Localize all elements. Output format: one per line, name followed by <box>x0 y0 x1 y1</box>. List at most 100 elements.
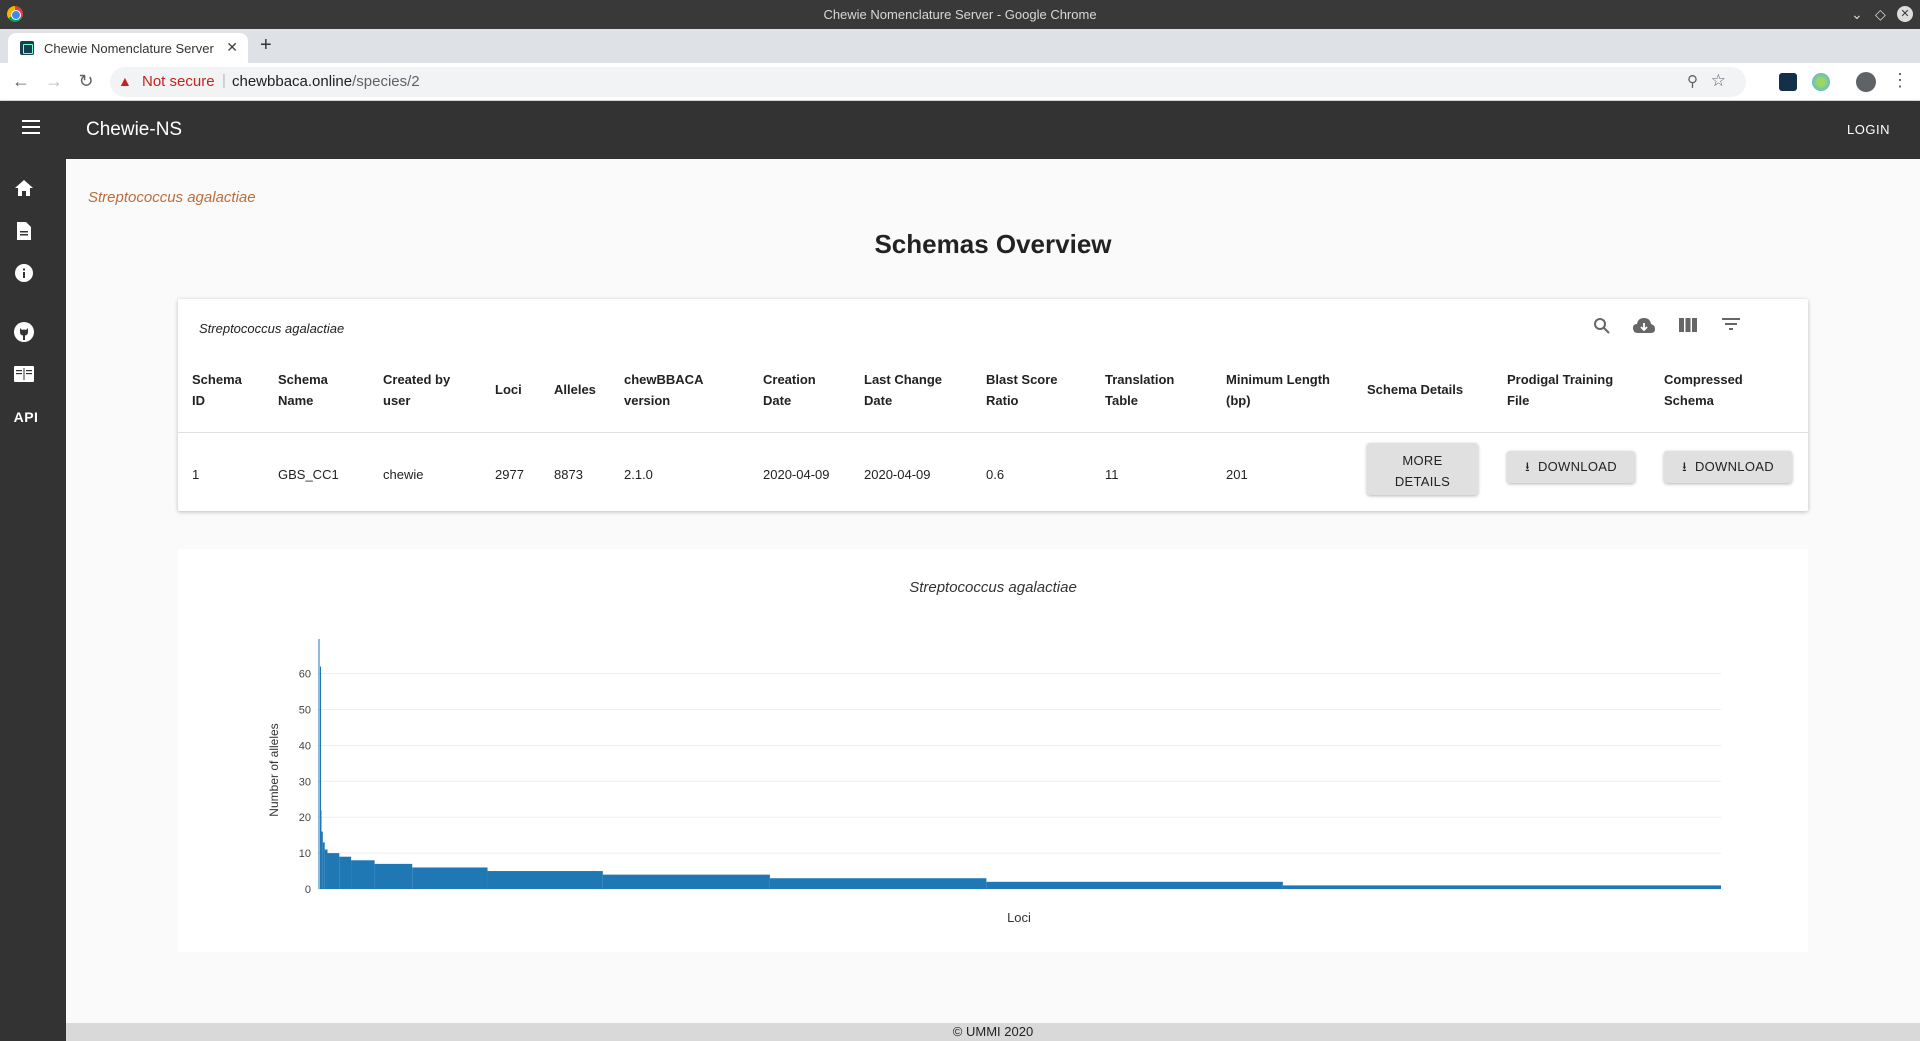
button-label: DOWNLOAD <box>1694 459 1774 474</box>
app-title[interactable]: Chewie-NS <box>86 119 182 141</box>
profile-avatar-icon[interactable] <box>1856 72 1876 92</box>
header-line: user <box>383 393 411 408</box>
species-breadcrumb[interactable]: Streptococcus agalactiae <box>88 189 256 206</box>
more-details-button[interactable]: MORE DETAILS <box>1367 443 1478 495</box>
col-header-compressed-schema: Compressed Schema <box>1664 369 1743 411</box>
col-header-creation-date[interactable]: Creation Date <box>763 369 816 411</box>
browser-menu-icon[interactable]: ⋮ <box>1891 70 1909 91</box>
browser-tab[interactable]: Chewie Nomenclature Server ✕ <box>8 33 248 63</box>
col-header-schema-name[interactable]: Schema Name <box>278 369 328 411</box>
y-tick-label: 60 <box>299 669 311 681</box>
search-icon[interactable] <box>1591 317 1613 339</box>
book-icon[interactable] <box>12 362 36 386</box>
bar-segment <box>769 878 987 889</box>
forward-icon[interactable]: → <box>43 71 65 92</box>
api-icon[interactable]: API <box>14 405 38 429</box>
home-icon[interactable] <box>12 176 36 200</box>
maximize-icon[interactable]: ◇ <box>1875 5 1886 23</box>
tab-close-icon[interactable]: ✕ <box>226 39 238 56</box>
page-title: Schemas Overview <box>874 229 1112 259</box>
header-line: File <box>1507 393 1530 408</box>
hamburger-menu-icon[interactable] <box>22 120 40 134</box>
bar-segment <box>327 853 340 889</box>
col-header-loci[interactable]: Loci <box>495 379 522 400</box>
x-axis-label: Loci <box>1007 910 1031 925</box>
warning-icon: ▲ <box>118 73 132 89</box>
tab-strip: Chewie Nomenclature Server ✕ + <box>0 29 1920 63</box>
header-line: Creation <box>763 372 816 387</box>
zoom-icon[interactable]: ⚲ <box>1687 72 1698 90</box>
address-bar[interactable]: ▲ Not secure | chewbbaca.online/species/… <box>110 67 1746 97</box>
main-content: Streptococcus agalactiae Schemas Overvie… <box>66 159 1920 1023</box>
footer: © UMMI 2020 <box>66 1023 1920 1041</box>
window-titlebar: Chewie Nomenclature Server - Google Chro… <box>0 0 1920 29</box>
bar-segment <box>320 810 322 889</box>
github-icon[interactable] <box>12 320 36 344</box>
col-header-blast-score-ratio[interactable]: Blast Score Ratio <box>986 369 1058 411</box>
header-line: Date <box>864 393 893 408</box>
col-header-alleles[interactable]: Alleles <box>554 379 596 400</box>
cell-creation-date: 2020-04-09 <box>763 467 830 482</box>
y-tick-label: 40 <box>299 740 311 752</box>
header-line: Schema <box>192 372 242 387</box>
download-icon: ⭳ <box>1682 459 1687 474</box>
header-line: Minimum Length <box>1226 372 1330 387</box>
bar-segment <box>374 863 413 889</box>
cell-blast-score-ratio: 0.6 <box>986 467 1005 482</box>
col-header-chewbbaca-version[interactable]: chewBBACA version <box>624 369 703 411</box>
bar-segment <box>321 831 323 889</box>
bar-segment <box>322 842 325 889</box>
document-icon[interactable] <box>12 219 36 243</box>
minimize-icon[interactable]: ⌄ <box>1851 5 1863 23</box>
col-header-translation-table[interactable]: Translation Table <box>1105 369 1174 411</box>
header-line: Alleles <box>554 382 596 397</box>
table-title: Streptococcus agalactiae <box>199 321 345 336</box>
col-header-last-change-date[interactable]: Last Change Date <box>864 369 942 411</box>
view-columns-icon[interactable] <box>1677 317 1699 339</box>
browser-toolbar: ← → ↻ ▲ Not secure | chewbbaca.online/sp… <box>0 63 1920 101</box>
col-header-minimum-length[interactable]: Minimum Length (bp) <box>1226 369 1330 411</box>
download-compressed-schema-button[interactable]: ⭳ DOWNLOAD <box>1664 451 1792 483</box>
reload-icon[interactable]: ↻ <box>75 71 97 92</box>
header-line: Date <box>763 393 792 408</box>
header-line: Last Change <box>864 372 943 387</box>
url-host: chewbbaca.online <box>232 73 353 90</box>
info-icon[interactable] <box>12 261 36 285</box>
header-line: Loci <box>495 382 522 397</box>
header-line: Schema <box>1664 393 1714 408</box>
button-label: DETAILS <box>1394 474 1451 489</box>
download-icon: ⭳ <box>1525 459 1530 474</box>
url-text[interactable]: chewbbaca.online/species/2 <box>232 73 420 90</box>
header-line: Schema <box>278 372 328 387</box>
extension-react-icon[interactable] <box>1779 73 1797 91</box>
new-tab-icon[interactable]: + <box>260 34 272 57</box>
back-icon[interactable]: ← <box>10 71 32 92</box>
header-line: Translation <box>1105 372 1175 387</box>
download-prodigal-button[interactable]: ⭳ DOWNLOAD <box>1507 451 1635 483</box>
login-button[interactable]: LOGIN <box>1847 122 1890 137</box>
bookmark-star-icon[interactable]: ☆ <box>1711 71 1726 91</box>
security-label[interactable]: Not secure <box>142 73 215 90</box>
chart-canvas[interactable]: 0 10 20 30 40 50 60 Loci Number of alleles <box>178 549 1808 952</box>
header-line: Ratio <box>986 393 1019 408</box>
y-tick-label: 30 <box>299 776 311 788</box>
header-line: Created by <box>383 372 451 387</box>
cloud-download-icon[interactable] <box>1633 317 1655 339</box>
cell-created-by: chewie <box>383 467 424 482</box>
header-divider <box>178 432 1808 433</box>
close-window-icon[interactable]: ✕ <box>1897 6 1913 22</box>
button-label: DOWNLOAD <box>1537 459 1617 474</box>
extension-circle-icon[interactable] <box>1812 73 1830 91</box>
alleles-chart: Streptococcus agalactiae 0 10 20 30 40 50 60 Lo… <box>178 549 1808 952</box>
cell-chewbbaca-version: 2.1.0 <box>624 467 653 482</box>
col-header-schema-id[interactable]: Schema ID <box>192 369 242 411</box>
header-line: Blast Score <box>986 372 1058 387</box>
col-header-created-by[interactable]: Created by user <box>383 369 450 411</box>
bar-segment <box>1282 885 1721 889</box>
y-tick-label: 50 <box>299 705 311 717</box>
button-label: MORE <box>1402 453 1443 468</box>
bar-segment <box>986 881 1283 889</box>
filter-list-icon[interactable] <box>1720 317 1742 339</box>
header-line: Table <box>1105 393 1138 408</box>
cell-last-change-date: 2020-04-09 <box>864 467 931 482</box>
